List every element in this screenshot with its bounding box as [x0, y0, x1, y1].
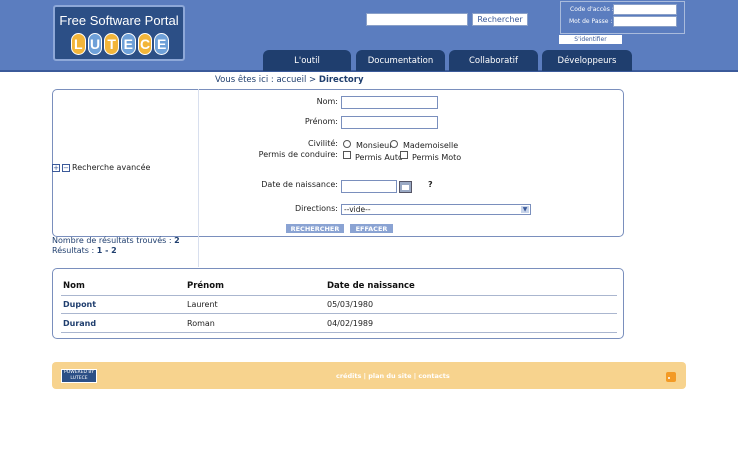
directions-label: Directions:: [294, 204, 338, 213]
column-header-nom: Nom: [63, 281, 85, 291]
permis-moto-label: Permis Moto: [412, 153, 462, 162]
tab-developpeurs[interactable]: Développeurs: [542, 50, 632, 71]
column-divider: [198, 89, 199, 267]
table-row-nom-link[interactable]: Dupont: [63, 300, 96, 309]
breadcrumb-current: Directory: [318, 75, 364, 85]
site-search-button[interactable]: Rechercher: [472, 13, 528, 26]
table-header-divider: [61, 295, 617, 296]
identify-link[interactable]: S'identifier: [559, 35, 622, 44]
table-row-divider: [61, 313, 617, 314]
access-code-label: Code d'accès :: [570, 6, 614, 13]
login-box: Code d'accès : Mot de Passe :: [560, 1, 685, 34]
results-range-text: Résultats :: [52, 246, 97, 255]
table-row-prenom: Roman: [187, 319, 215, 328]
results-range: Résultats : 1 - 2: [52, 246, 117, 255]
mademoiselle-radio[interactable]: [390, 140, 398, 148]
clear-button[interactable]: EFFACER: [350, 224, 393, 233]
search-submit-button[interactable]: RECHERCHER: [286, 224, 344, 233]
nom-label: Nom:: [316, 97, 338, 106]
logo-letter: U: [87, 33, 103, 55]
help-icon[interactable]: ?: [428, 180, 433, 189]
tab-collaboratif[interactable]: Collaboratif: [449, 50, 538, 71]
portal-title: Free Software Portal: [59, 13, 179, 28]
table-row-divider: [61, 332, 617, 333]
directions-selected-value: --vide--: [344, 205, 371, 214]
results-count-text: Nombre de résultats trouvés :: [52, 236, 175, 245]
prenom-input[interactable]: [341, 116, 438, 129]
monsieur-radio[interactable]: [343, 140, 351, 148]
column-header-date: Date de naissance: [327, 281, 415, 291]
site-search-input[interactable]: [366, 13, 468, 26]
civilite-label: Civilité:: [308, 139, 338, 148]
results-range-value: 1 - 2: [96, 246, 117, 255]
permis-moto-checkbox[interactable]: [400, 151, 408, 159]
password-input[interactable]: [613, 16, 677, 27]
monsieur-label: Monsieur: [356, 141, 393, 150]
access-code-input[interactable]: [613, 4, 677, 15]
date-label: Date de naissance:: [261, 180, 338, 189]
logo-letter: E: [121, 33, 136, 55]
tab-documentation[interactable]: Documentation: [356, 50, 445, 71]
permis-auto-label: Permis Auto: [355, 153, 403, 162]
nom-input[interactable]: [341, 96, 438, 109]
results-count-value: 2: [174, 236, 180, 245]
logo-letter: L: [71, 33, 86, 55]
results-count: Nombre de résultats trouvés : 2: [52, 236, 180, 245]
mademoiselle-label: Mademoiselle: [403, 141, 459, 150]
table-row-nom-link[interactable]: Durand: [63, 319, 96, 328]
expand-icon[interactable]: +: [52, 163, 60, 172]
permis-auto-checkbox[interactable]: [343, 151, 351, 159]
advanced-search-toggle[interactable]: + − Recherche avancée: [52, 163, 150, 172]
logo-letter: T: [104, 33, 120, 55]
logo-letter: C: [137, 33, 153, 55]
table-row-prenom: Laurent: [187, 300, 218, 309]
rss-icon[interactable]: [666, 372, 676, 382]
footer-links[interactable]: crédits | plan du site | contacts: [336, 372, 450, 380]
powered-by-brand: LUTECE: [70, 376, 88, 381]
collapse-icon[interactable]: −: [62, 163, 70, 172]
calendar-icon[interactable]: [399, 181, 412, 193]
date-input[interactable]: [341, 180, 397, 193]
chevron-down-icon[interactable]: ▼: [521, 206, 529, 213]
table-row-date: 04/02/1989: [327, 319, 374, 328]
advanced-search-label[interactable]: Recherche avancée: [72, 163, 150, 172]
powered-by-logo[interactable]: POWERED BY LUTECE: [61, 369, 97, 383]
logo-letter: E: [154, 33, 170, 55]
breadcrumb-prefix[interactable]: Vous êtes ici : accueil >: [215, 75, 319, 85]
lutece-logo[interactable]: Free Software Portal L U T E C E: [53, 5, 185, 61]
table-row-date: 05/03/1980: [327, 300, 374, 309]
directions-select[interactable]: --vide-- ▼: [341, 204, 531, 215]
logo-wordmark: L U T E C E: [71, 33, 170, 55]
prenom-label: Prénom:: [304, 117, 338, 126]
breadcrumb: Vous êtes ici : accueil > Directory: [215, 75, 364, 85]
permis-label: Permis de conduire:: [258, 150, 338, 159]
column-header-prenom: Prénom: [187, 281, 224, 291]
password-label: Mot de Passe :: [569, 18, 613, 25]
tab-outil[interactable]: L'outil: [263, 50, 351, 71]
